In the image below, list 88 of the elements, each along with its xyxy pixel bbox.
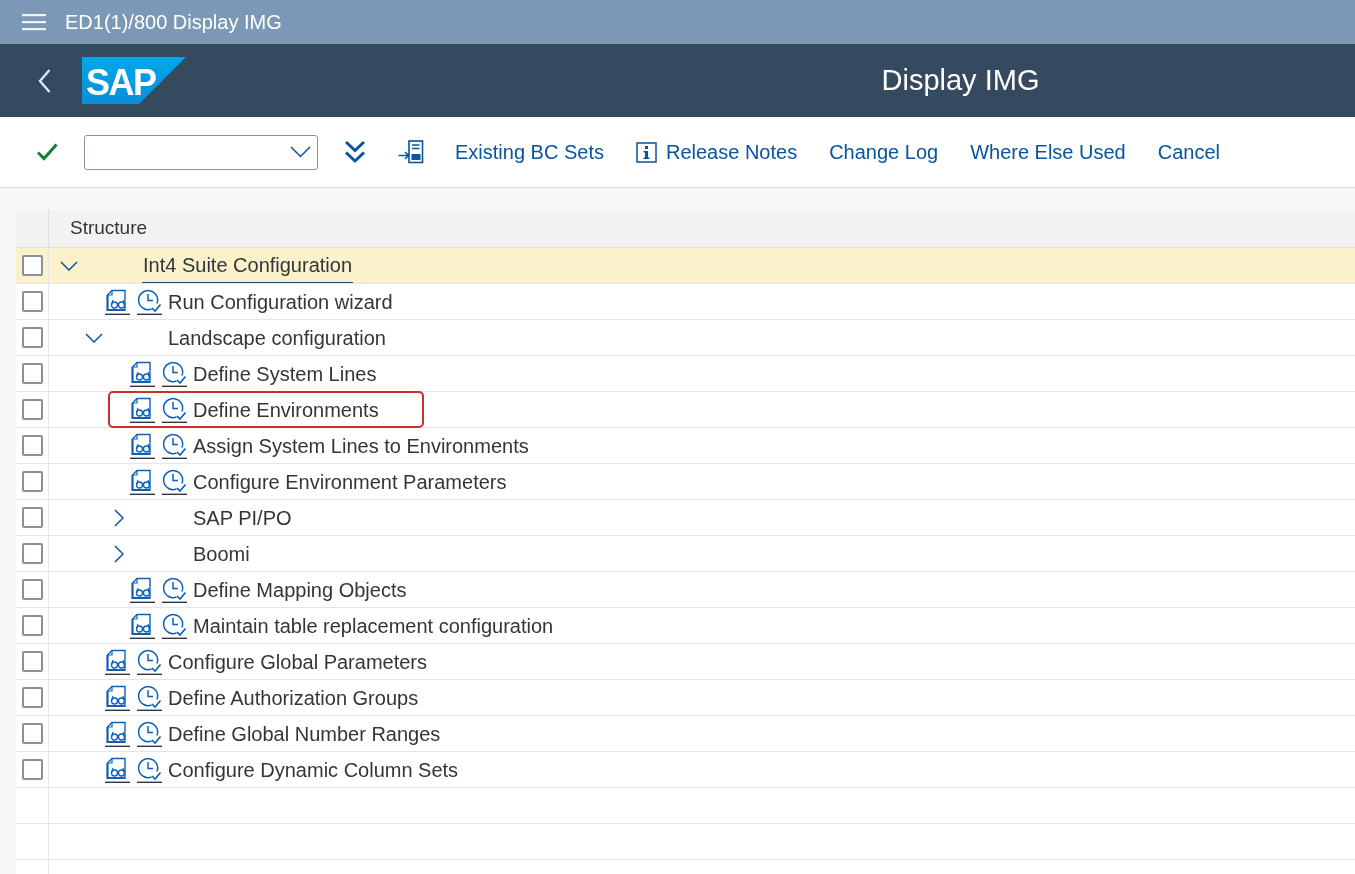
checkbox[interactable]	[21, 435, 43, 456]
tree-row[interactable]: Define System Lines	[16, 356, 1355, 392]
checkbox[interactable]	[21, 291, 43, 312]
checkbox[interactable]	[21, 651, 43, 672]
tree-row[interactable]: Define Authorization Groups	[16, 680, 1355, 716]
arrow-document-icon[interactable]	[398, 140, 424, 164]
checkbox[interactable]	[21, 615, 43, 636]
tree-row[interactable]: Assign System Lines to Environments	[16, 428, 1355, 464]
document-glasses-icon[interactable]	[105, 756, 130, 783]
chevron-right-icon[interactable]	[114, 544, 124, 563]
menu-icon[interactable]	[22, 13, 46, 31]
clock-check-icon[interactable]	[137, 684, 162, 711]
tree-item-label[interactable]: Define System Lines	[193, 356, 377, 391]
tree-row[interactable]: Define Global Number Ranges	[16, 716, 1355, 752]
double-chevron-down-icon[interactable]	[344, 140, 366, 164]
document-glasses-icon[interactable]	[130, 360, 155, 387]
checkbox[interactable]	[21, 723, 43, 744]
checkbox[interactable]	[21, 255, 43, 276]
document-glasses-icon[interactable]	[130, 468, 155, 495]
clock-check-icon[interactable]	[162, 396, 187, 423]
tree-item-label[interactable]: Configure Environment Parameters	[193, 464, 507, 499]
clock-check-icon[interactable]	[162, 468, 187, 495]
page-title: Display IMG	[881, 62, 1040, 98]
info-icon	[635, 141, 657, 163]
tree-row[interactable]: Configure Global Parameters	[16, 644, 1355, 680]
check-icon[interactable]	[36, 142, 58, 162]
checkbox[interactable]	[21, 759, 43, 780]
checkbox[interactable]	[21, 543, 43, 564]
checkbox[interactable]	[21, 399, 43, 420]
document-glasses-icon[interactable]	[130, 396, 155, 423]
chevron-right-icon[interactable]	[114, 508, 124, 527]
checkbox[interactable]	[21, 327, 43, 348]
tree-item-label[interactable]: Assign System Lines to Environments	[193, 428, 529, 463]
tree-item-label[interactable]: Configure Dynamic Column Sets	[168, 752, 459, 787]
caret-icon	[290, 146, 311, 158]
tree-item-label[interactable]: Boomi	[193, 536, 250, 571]
toolbar-button[interactable]: Release Notes	[619, 132, 814, 172]
document-glasses-icon[interactable]	[130, 576, 155, 603]
chevron-down-icon[interactable]	[85, 332, 103, 343]
tree-item-label[interactable]: Define Environments	[193, 393, 379, 426]
tree-row[interactable]: Define Mapping Objects	[16, 572, 1355, 608]
checkbox[interactable]	[21, 363, 43, 384]
toolbar-button[interactable]: Cancel	[1141, 132, 1236, 172]
toolbar-button[interactable]: Where Else Used	[954, 132, 1142, 172]
clock-check-icon[interactable]	[137, 720, 162, 747]
tree-item-label[interactable]: Int4 Suite Configuration	[142, 248, 354, 283]
tree-item-label[interactable]: Configure Global Parameters	[168, 644, 427, 679]
document-glasses-icon[interactable]	[105, 720, 130, 747]
window-title: ED1(1)/800 Display IMG	[65, 10, 282, 35]
checkbox[interactable]	[21, 579, 43, 600]
document-glasses-icon[interactable]	[105, 648, 130, 675]
checkbox[interactable]	[21, 471, 43, 492]
checkbox[interactable]	[21, 687, 43, 708]
tree-row[interactable]: Define Environments	[16, 392, 1355, 428]
document-glasses-icon[interactable]	[130, 612, 155, 639]
clock-check-icon[interactable]	[162, 612, 187, 639]
clock-check-icon[interactable]	[137, 648, 162, 675]
tree-item-label[interactable]: Define Global Number Ranges	[168, 716, 441, 751]
document-glasses-icon[interactable]	[130, 432, 155, 459]
clock-check-icon[interactable]	[162, 360, 187, 387]
tree-row[interactable]: Maintain table replacement configuration	[16, 608, 1355, 644]
tree-row[interactable]: Configure Dynamic Column Sets	[16, 752, 1355, 788]
toolbar-button[interactable]: Existing BC Sets	[439, 132, 620, 172]
tree-row[interactable]: SAP PI/PO	[16, 500, 1355, 536]
logo: SAP	[82, 57, 186, 104]
chevron-down-icon[interactable]	[60, 260, 78, 271]
column-header: Structure	[69, 216, 148, 241]
clock-check-icon[interactable]	[137, 288, 162, 315]
tree-row[interactable]: Configure Environment Parameters	[16, 464, 1355, 500]
tree-item-label[interactable]: SAP PI/PO	[193, 500, 292, 535]
clock-check-icon[interactable]	[137, 756, 162, 783]
document-glasses-icon[interactable]	[105, 684, 130, 711]
clock-check-icon[interactable]	[162, 432, 187, 459]
tree-item-label[interactable]: Maintain table replacement configuration	[193, 608, 554, 643]
tree-item-label[interactable]: Run Configuration wizard	[168, 284, 393, 319]
checkbox[interactable]	[21, 507, 43, 528]
tree-item-label[interactable]: Define Authorization Groups	[168, 680, 419, 715]
dropdown-field[interactable]	[84, 134, 318, 170]
tree-item-label[interactable]: Landscape configuration	[168, 320, 386, 355]
tree-row[interactable]: Int4 Suite Configuration	[16, 248, 1355, 284]
clock-check-icon[interactable]	[162, 576, 187, 603]
back-icon[interactable]	[38, 68, 51, 93]
tree-row[interactable]: Run Configuration wizard	[16, 284, 1355, 320]
document-glasses-icon[interactable]	[105, 288, 130, 315]
tree-row[interactable]: Landscape configuration	[16, 320, 1355, 356]
tree-row[interactable]: Boomi	[16, 536, 1355, 572]
toolbar-button[interactable]: Change Log	[813, 132, 955, 172]
tree-item-label[interactable]: Define Mapping Objects	[193, 572, 407, 607]
